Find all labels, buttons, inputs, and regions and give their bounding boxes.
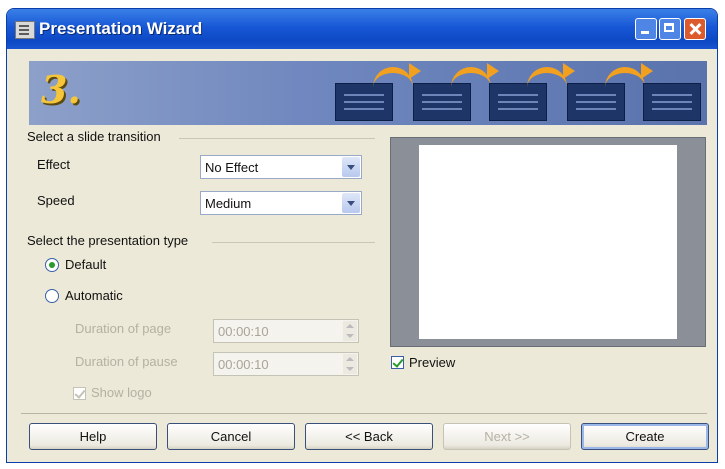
- transition-group-label: Select a slide transition: [27, 129, 161, 144]
- duration-page-spinner[interactable]: 00:00:10: [213, 319, 359, 343]
- help-button[interactable]: Help: [29, 423, 157, 450]
- duration-pause-label: Duration of pause: [75, 354, 178, 369]
- default-radio-label[interactable]: Default: [65, 257, 106, 272]
- default-radio[interactable]: [45, 258, 59, 272]
- preview-label[interactable]: Preview: [409, 355, 455, 370]
- show-logo-checkbox[interactable]: [73, 387, 86, 400]
- back-button[interactable]: << Back: [305, 423, 433, 450]
- duration-page-label: Duration of page: [75, 321, 172, 336]
- curved-arrow-icon: [451, 63, 499, 89]
- presentation-wizard-window: Presentation Wizard 3. Select a slide tr…: [6, 8, 718, 463]
- title-bar[interactable]: Presentation Wizard: [7, 9, 717, 49]
- curved-arrow-icon: [605, 63, 653, 89]
- cancel-button[interactable]: Cancel: [167, 423, 295, 450]
- preview-checkbox[interactable]: [391, 356, 404, 369]
- minimize-icon[interactable]: [635, 18, 657, 40]
- window-title: Presentation Wizard: [39, 19, 203, 38]
- group-divider: [212, 242, 375, 243]
- create-button[interactable]: Create: [581, 423, 709, 450]
- duration-pause-spinner[interactable]: 00:00:10: [213, 352, 359, 376]
- curved-arrow-icon: [527, 63, 575, 89]
- group-divider: [179, 138, 375, 139]
- spin-arrows-icon[interactable]: [343, 321, 357, 341]
- duration-page-value: 00:00:10: [218, 324, 269, 339]
- dropdown-arrow-icon[interactable]: [342, 157, 360, 177]
- effect-dropdown[interactable]: No Effect: [200, 155, 362, 179]
- preview-slide: [419, 145, 677, 339]
- speed-dropdown[interactable]: Medium: [200, 191, 362, 215]
- effect-label: Effect: [37, 157, 71, 172]
- speed-value: Medium: [205, 196, 252, 211]
- next-button[interactable]: Next >>: [443, 423, 571, 450]
- button-separator: [21, 413, 707, 414]
- close-icon[interactable]: [684, 18, 706, 40]
- dropdown-arrow-icon[interactable]: [342, 193, 360, 213]
- show-logo-label: Show logo: [91, 385, 152, 400]
- automatic-radio[interactable]: [45, 289, 59, 303]
- spin-arrows-icon[interactable]: [343, 354, 357, 374]
- maximize-icon[interactable]: [659, 18, 681, 40]
- wizard-banner: 3.: [29, 61, 707, 125]
- window-app-icon: [15, 21, 35, 39]
- speed-label: Speed: [37, 193, 75, 208]
- automatic-radio-label[interactable]: Automatic: [65, 288, 123, 303]
- step-number: 3.: [41, 67, 81, 112]
- effect-value: No Effect: [205, 160, 259, 175]
- duration-pause-value: 00:00:10: [218, 357, 269, 372]
- curved-arrow-icon: [373, 63, 421, 89]
- presentation-type-group-label: Select the presentation type: [27, 233, 189, 248]
- slide-thumbnail-icon: [643, 83, 701, 121]
